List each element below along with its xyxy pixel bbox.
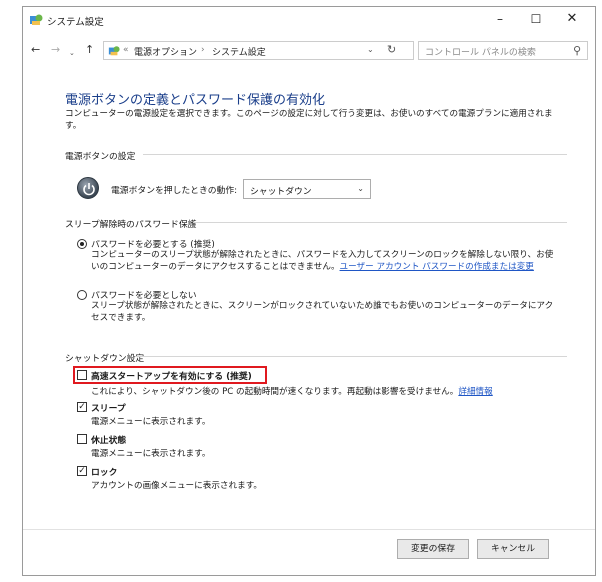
forward-arrow-icon[interactable]: → <box>51 43 60 57</box>
select-value: シャットダウン <box>250 187 312 197</box>
no-password-description: スリープ状態が解除されたときに、スクリーンがロックされていないため誰でもお使いの… <box>91 301 554 323</box>
window-title: システム設定 <box>47 17 104 28</box>
more-info-link[interactable]: 詳細情報 <box>458 387 492 397</box>
fast-startup-checkbox[interactable] <box>77 370 87 380</box>
password-section-header: スリープ解除時のパスワード保護 <box>65 220 197 230</box>
back-arrow-icon[interactable]: ← <box>31 43 40 57</box>
search-placeholder: コントロール パネルの検索 <box>425 48 536 58</box>
address-bar[interactable]: « 電源オプション › システム設定 ⌄ ↻ <box>103 41 414 60</box>
breadcrumb-power-options[interactable]: 電源オプション <box>134 45 197 58</box>
cancel-button[interactable]: キャンセル <box>477 539 549 559</box>
search-icon[interactable]: ⚲ <box>573 44 581 57</box>
require-password-description: コンピューターのスリープ状態が解除されたときに、パスワードを入力してスクリーンの… <box>91 249 561 273</box>
section-divider <box>193 222 567 223</box>
control-panel-icon <box>108 46 120 56</box>
sleep-checkbox[interactable]: ✓ <box>77 402 87 412</box>
sleep-label[interactable]: スリープ <box>91 401 126 414</box>
sleep-description: 電源メニューに表示されます。 <box>91 417 211 427</box>
power-button-action-label: 電源ボタンを押したときの動作: <box>111 186 238 196</box>
navigation-bar: ← → ⌄ ↑ « 電源オプション › システム設定 ⌄ ↻ コントロール パネ… <box>23 39 595 63</box>
fast-startup-description: これにより、シャットダウン後の PC の起動時間が速くなります。再起動は影響を受… <box>91 385 571 397</box>
page-title: 電源ボタンの定義とパスワード保護の有効化 <box>65 93 326 108</box>
breadcrumb-separator[interactable]: › <box>201 45 205 55</box>
footer-divider <box>23 529 595 530</box>
breadcrumb-system-settings[interactable]: システム設定 <box>212 45 266 58</box>
fast-startup-desc-text: これにより、シャットダウン後の PC の起動時間が速くなります。再起動は影響を受… <box>91 387 459 397</box>
shutdown-section-header: シャットダウン設定 <box>65 354 145 364</box>
hibernate-checkbox[interactable] <box>77 434 87 444</box>
lock-label[interactable]: ロック <box>91 465 117 478</box>
hibernate-description: 電源メニューに表示されます。 <box>91 449 211 459</box>
maximize-button[interactable]: ☐ <box>521 9 551 29</box>
lock-checkbox[interactable]: ✓ <box>77 466 87 476</box>
lock-description: アカウントの画像メニューに表示されます。 <box>91 481 263 491</box>
system-settings-window: システム設定 – ☐ ✕ ← → ⌄ ↑ « 電源オプション › システム設定 … <box>22 6 596 576</box>
hibernate-label[interactable]: 休止状態 <box>91 433 126 446</box>
section-divider <box>143 154 567 155</box>
up-arrow-icon[interactable]: ↑ <box>85 43 94 57</box>
save-changes-button[interactable]: 変更の保存 <box>397 539 469 559</box>
title-bar: システム設定 – ☐ ✕ <box>23 7 595 33</box>
require-password-radio[interactable] <box>77 239 87 249</box>
power-button-action-select[interactable]: シャットダウン ⌄ <box>243 179 371 199</box>
section-divider <box>135 356 567 357</box>
power-button-section-header: 電源ボタンの設定 <box>65 152 136 162</box>
recent-locations-chevron-icon[interactable]: ⌄ <box>69 46 75 60</box>
refresh-icon[interactable]: ↻ <box>387 43 396 56</box>
search-box[interactable]: コントロール パネルの検索 ⚲ <box>418 41 588 60</box>
control-panel-icon <box>30 14 43 25</box>
change-password-link[interactable]: ユーザー アカウント パスワードの作成または変更 <box>340 262 534 272</box>
address-dropdown-icon[interactable]: ⌄ <box>367 45 374 54</box>
close-button[interactable]: ✕ <box>557 9 587 29</box>
page-description: コンピューターの電源設定を選択できます。このページの設定に対して行う変更は、お使… <box>65 109 553 131</box>
no-password-radio[interactable] <box>77 290 87 300</box>
breadcrumb-overflow[interactable]: « <box>123 45 129 55</box>
minimize-button[interactable]: – <box>485 9 515 29</box>
chevron-down-icon: ⌄ <box>357 184 364 193</box>
power-button-icon <box>77 177 99 199</box>
fast-startup-label[interactable]: 高速スタートアップを有効にする (推奨) <box>91 369 252 382</box>
